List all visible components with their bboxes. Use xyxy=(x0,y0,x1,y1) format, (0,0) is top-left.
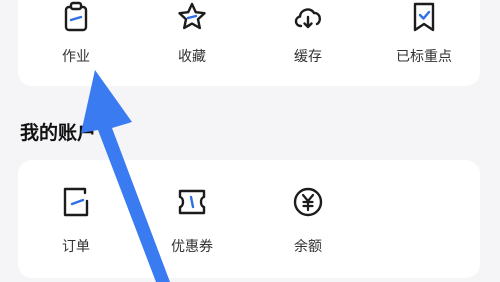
bookmark-check-icon xyxy=(407,0,441,34)
clipboard-icon xyxy=(59,0,93,34)
homework-label: 作业 xyxy=(62,49,90,65)
cloud-download-icon xyxy=(291,0,325,34)
account-card: 订单 优惠券 余额 xyxy=(18,160,480,278)
account-section-title: 我的账户 xyxy=(20,122,97,144)
cache-label: 缓存 xyxy=(294,49,322,65)
coupon-icon xyxy=(175,185,209,219)
coupons-label: 优惠券 xyxy=(171,239,213,255)
star-icon xyxy=(175,0,209,34)
order-icon xyxy=(59,185,93,219)
shortcut-card: 作业 收藏 缓存 已标重点 xyxy=(18,0,480,86)
highlights-label: 已标重点 xyxy=(396,49,452,65)
favorites-label: 收藏 xyxy=(178,49,206,65)
orders-label: 订单 xyxy=(62,239,90,255)
balance-label: 余额 xyxy=(294,239,322,255)
yuan-coin-icon xyxy=(291,185,325,219)
